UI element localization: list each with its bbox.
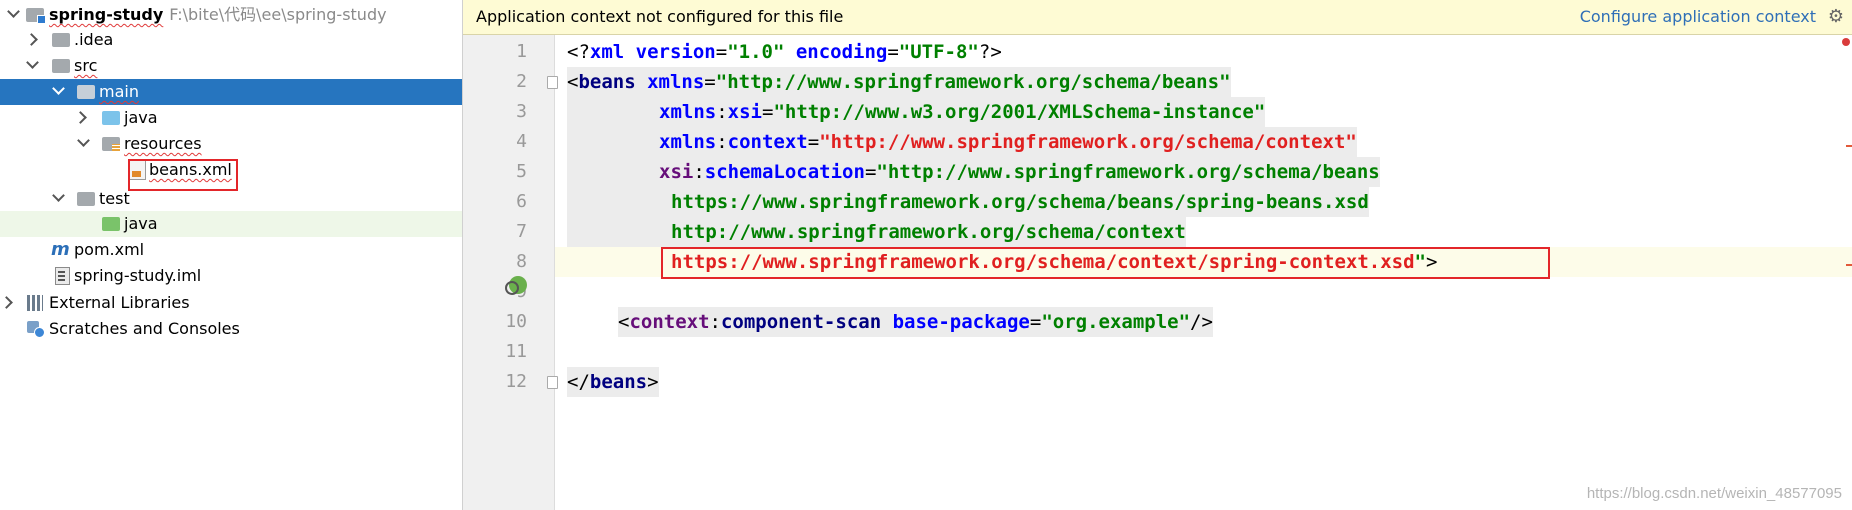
tree-label: test bbox=[99, 189, 130, 208]
tree-label: pom.xml bbox=[74, 240, 145, 259]
maven-icon: m bbox=[51, 239, 70, 260]
tree-label: Scratches and Consoles bbox=[49, 319, 240, 338]
code-line: </beans> bbox=[567, 367, 659, 397]
code-line: xmlns:context="http://www.springframewor… bbox=[567, 127, 1357, 157]
library-icon bbox=[27, 295, 43, 311]
watermark: https://blog.csdn.net/weixin_48577095 bbox=[1586, 485, 1842, 502]
tree-label: src bbox=[74, 56, 98, 75]
module-folder-icon bbox=[26, 8, 46, 24]
tree-row-java[interactable]: java bbox=[0, 105, 462, 131]
line-number: 4 bbox=[516, 131, 527, 152]
tree-row-test-java[interactable]: java bbox=[0, 211, 462, 237]
line-number: 2 bbox=[516, 71, 527, 92]
folder-icon bbox=[52, 59, 70, 73]
spring-bean-icon[interactable] bbox=[505, 276, 527, 295]
tree-row-project[interactable]: spring-study F:\bite\代码\ee\spring-study bbox=[0, 2, 462, 28]
line-number: 10 bbox=[505, 311, 527, 332]
chevron-down-icon[interactable] bbox=[52, 82, 65, 95]
highlight-box bbox=[661, 247, 1550, 279]
project-tree: spring-study F:\bite\代码\ee\spring-study .… bbox=[0, 0, 463, 510]
code-editor[interactable]: Application context not configured for t… bbox=[463, 0, 1852, 510]
chevron-down-icon[interactable] bbox=[77, 134, 90, 147]
chevron-down-icon[interactable] bbox=[52, 189, 65, 202]
chevron-down-icon[interactable] bbox=[26, 56, 39, 69]
tree-label: External Libraries bbox=[49, 293, 190, 312]
tree-label: main bbox=[99, 82, 139, 101]
tree-label: spring-study.iml bbox=[74, 266, 202, 285]
notification-banner: Application context not configured for t… bbox=[463, 0, 1852, 35]
editor-gutter: 1 2 3 4 5 6 7 8 9 10 11 12 bbox=[463, 35, 558, 510]
chevron-right-icon[interactable] bbox=[0, 296, 13, 309]
line-number: 11 bbox=[505, 341, 527, 362]
code-line: xmlns:xsi="http://www.w3.org/2001/XMLSch… bbox=[567, 97, 1266, 127]
tree-row-idea[interactable]: .idea bbox=[0, 27, 462, 53]
line-number: 5 bbox=[516, 161, 527, 182]
chevron-right-icon[interactable] bbox=[25, 33, 38, 46]
banner-message: Application context not configured for t… bbox=[476, 7, 844, 26]
tree-row-test[interactable]: test bbox=[0, 186, 462, 212]
tree-label: resources bbox=[124, 134, 202, 153]
line-number: 7 bbox=[516, 221, 527, 242]
test-folder-icon bbox=[102, 217, 120, 231]
resources-folder-icon bbox=[102, 137, 120, 151]
tree-row-pom[interactable]: m pom.xml bbox=[0, 237, 462, 263]
chevron-down-icon[interactable] bbox=[7, 5, 20, 18]
inspection-status-icon[interactable] bbox=[1842, 38, 1850, 46]
tree-label: java bbox=[124, 214, 158, 233]
code-line: http://www.springframework.org/schema/co… bbox=[567, 217, 1186, 247]
tree-row-main[interactable]: main bbox=[0, 79, 462, 105]
line-number: 6 bbox=[516, 191, 527, 212]
tree-label: java bbox=[124, 108, 158, 127]
gear-icon[interactable]: ⚙ bbox=[1828, 0, 1844, 34]
folder-icon bbox=[77, 85, 95, 99]
error-stripe-mark[interactable] bbox=[1846, 145, 1852, 147]
folder-icon bbox=[52, 33, 70, 47]
tree-label: .idea bbox=[74, 30, 114, 49]
module-file-icon bbox=[55, 267, 70, 285]
chevron-right-icon[interactable] bbox=[74, 111, 87, 124]
folder-icon bbox=[77, 192, 95, 206]
configure-context-link[interactable]: Configure application context bbox=[1580, 0, 1816, 34]
error-stripe-mark[interactable] bbox=[1846, 264, 1852, 266]
code-line: https://www.springframework.org/schema/b… bbox=[567, 187, 1369, 217]
line-number: 1 bbox=[516, 41, 527, 62]
tree-row-iml[interactable]: spring-study.iml bbox=[0, 263, 462, 289]
tree-row-external-libraries[interactable]: External Libraries bbox=[0, 290, 462, 316]
source-folder-icon bbox=[102, 111, 120, 125]
scratches-icon bbox=[27, 321, 45, 338]
project-path: F:\bite\代码\ee\spring-study bbox=[169, 5, 387, 24]
line-number: 3 bbox=[516, 101, 527, 122]
code-line: xsi:schemaLocation="http://www.springfra… bbox=[567, 157, 1380, 187]
line-number: 12 bbox=[505, 371, 527, 392]
code-area[interactable]: <?xml version="1.0" encoding="UTF-8"?> <… bbox=[555, 35, 1852, 510]
tree-row-scratches[interactable]: Scratches and Consoles bbox=[0, 316, 462, 342]
tree-row-src[interactable]: src bbox=[0, 53, 462, 79]
line-number: 8 bbox=[516, 251, 527, 272]
tree-row-resources[interactable]: resources bbox=[0, 131, 462, 157]
project-name: spring-study bbox=[49, 5, 164, 24]
code-line: <beans xmlns="http://www.springframework… bbox=[567, 67, 1231, 97]
code-line: <?xml version="1.0" encoding="UTF-8"?> bbox=[567, 41, 1002, 63]
code-line: <context:component-scan base-package="or… bbox=[618, 307, 1213, 337]
